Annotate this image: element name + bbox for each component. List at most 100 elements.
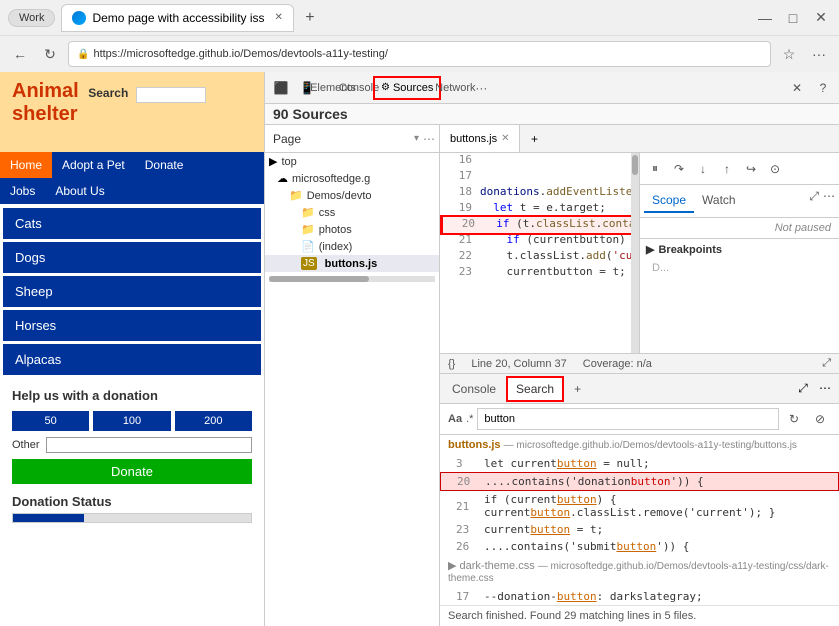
console-tab-toolbar[interactable]: Console: [347, 76, 371, 100]
devtools-more-button[interactable]: ?: [811, 76, 835, 100]
bottom-pane-icons: ⤢ ⋯: [793, 381, 835, 396]
nav-adopt[interactable]: Adopt a Pet: [52, 152, 135, 178]
debugger-pause[interactable]: ⏸: [644, 158, 666, 180]
search-clear-button[interactable]: ⊘: [809, 408, 831, 430]
profile-button[interactable]: Work: [8, 9, 55, 27]
result-line-3[interactable]: 3 let currentbutton = null;: [440, 455, 839, 472]
url-text: https://microsoftedge.github.io/Demos/de…: [93, 48, 388, 60]
donation-section: Help us with a donation 50 100 200 Other…: [0, 378, 264, 494]
nav-jobs[interactable]: Jobs: [0, 178, 45, 204]
result-line-20[interactable]: 20 ....contains('donationbutton')) {: [440, 472, 839, 491]
right-pane-more[interactable]: ⋯: [823, 189, 835, 213]
search-input[interactable]: [477, 408, 779, 430]
result-file-buttons[interactable]: buttons.js — microsoftedge.github.io/Dem…: [440, 435, 839, 455]
minimize-button[interactable]: —: [755, 10, 775, 26]
amount-100[interactable]: 100: [93, 411, 170, 431]
amount-200[interactable]: 200: [175, 411, 252, 431]
animal-cats[interactable]: Cats: [3, 208, 261, 239]
close-window-button[interactable]: ✕: [811, 9, 831, 26]
search-tab[interactable]: Search: [506, 376, 564, 402]
tree-label-top: top: [281, 156, 296, 168]
result-line-26[interactable]: 26 ....contains('submitbutton')) {: [440, 538, 839, 555]
more-tabs-button[interactable]: ···: [469, 76, 493, 100]
animal-alpacas[interactable]: Alpacas: [3, 344, 261, 375]
add-tab[interactable]: +: [566, 378, 589, 400]
scope-tab[interactable]: Scope: [644, 189, 694, 213]
nav-donate[interactable]: Donate: [135, 152, 194, 178]
site-nav-row1: Home Adopt a Pet Donate: [0, 152, 264, 178]
nav-home[interactable]: Home: [0, 152, 52, 178]
search-input[interactable]: [136, 87, 206, 103]
tree-item-index[interactable]: 📄 (index): [265, 238, 439, 255]
animal-horses[interactable]: Horses: [3, 310, 261, 341]
tree-item-top[interactable]: ▶ top: [265, 153, 439, 170]
tree-item-demos[interactable]: 📁 Demos/devto: [265, 187, 439, 204]
debugger-step-out[interactable]: ↑: [716, 158, 738, 180]
tree-item-domain[interactable]: ☁ microsoftedge.g: [265, 170, 439, 187]
bottom-expand[interactable]: ⤢: [793, 381, 813, 396]
reload-button[interactable]: ↻: [38, 42, 62, 66]
result-line-23[interactable]: 23 currentbutton = t;: [440, 521, 839, 538]
result-line-17[interactable]: 17 --donation-button: darkslategray;: [440, 588, 839, 605]
donation-status: Donation Status: [0, 494, 264, 523]
animal-sheep[interactable]: Sheep: [3, 276, 261, 307]
search-results: buttons.js — microsoftedge.github.io/Dem…: [440, 435, 839, 605]
breakpoints-header[interactable]: ▶ Breakpoints: [640, 239, 839, 260]
right-pane-expand[interactable]: ⤢: [809, 189, 819, 213]
tree-item-buttons[interactable]: JS buttons.js: [265, 255, 439, 272]
network-tab[interactable]: Network: [443, 76, 467, 100]
sources-tab-label: Sources: [393, 82, 433, 94]
site-header: Animal Search shelter: [0, 72, 264, 152]
result-file-darktheme[interactable]: ▶ dark-theme.css — microsoftedge.github.…: [440, 555, 839, 588]
ft-more[interactable]: ⋯: [423, 132, 435, 146]
donate-button[interactable]: Donate: [12, 459, 252, 484]
code-content[interactable]: 16 17 18 donations.addEventListener('cli…: [440, 153, 631, 353]
debugger-step-into[interactable]: ↓: [692, 158, 714, 180]
animal-dogs[interactable]: Dogs: [3, 242, 261, 273]
tree-folder-css-icon: 📁: [301, 206, 315, 219]
tree-item-css[interactable]: 📁 css: [265, 204, 439, 221]
tree-item-photos[interactable]: 📁 photos: [265, 221, 439, 238]
scope-watch-tabs: Scope Watch ⤢ ⋯: [640, 185, 839, 218]
code-vertical-scrollbar[interactable]: [631, 153, 639, 353]
ft-dropdown[interactable]: ▾: [414, 133, 419, 144]
favorites-button[interactable]: ☆: [777, 42, 801, 66]
back-button[interactable]: ←: [8, 42, 32, 66]
bottom-more[interactable]: ⋯: [815, 381, 835, 396]
file-tree-scrollbar[interactable]: [269, 276, 435, 282]
add-tab-button[interactable]: +: [524, 125, 544, 152]
debugger-step-over[interactable]: ↷: [668, 158, 690, 180]
code-tab-close[interactable]: ✕: [501, 133, 509, 144]
amount-50[interactable]: 50: [12, 411, 89, 431]
watch-tab[interactable]: Watch: [694, 189, 744, 213]
statusbar-icon[interactable]: ⤢: [822, 357, 831, 370]
coverage-label: Coverage: n/a: [583, 358, 652, 370]
code-line-21: 21 if (currentbutton) { currentbutton.cl…: [440, 233, 631, 249]
address-bar[interactable]: 🔒 https://microsoftedge.github.io/Demos/…: [68, 41, 771, 67]
result-line-21[interactable]: 21 if (currentbutton) { currentbutton.cl…: [440, 491, 839, 521]
not-paused-label: Not paused: [640, 218, 839, 238]
search-regex[interactable]: .*: [466, 413, 473, 425]
maximize-button[interactable]: □: [783, 10, 803, 26]
close-devtools-button[interactable]: ✕: [785, 76, 809, 100]
new-tab-button[interactable]: +: [298, 6, 322, 30]
debugger-deactivate[interactable]: ⊙: [764, 158, 786, 180]
nav-about[interactable]: About Us: [45, 178, 114, 204]
code-tab-buttons[interactable]: buttons.js ✕: [440, 125, 520, 152]
other-amount-row: Other: [12, 437, 252, 453]
sources-tab[interactable]: ⚙ Sources: [373, 76, 441, 100]
console-tab[interactable]: Console: [444, 378, 504, 400]
close-tab-button[interactable]: ✕: [275, 12, 283, 23]
devtools-body: Page ▾ ⋯ ▶ top ☁ microsoftedge.g 📁 Demos…: [265, 125, 839, 626]
status-bar: [12, 513, 252, 523]
bracket-icon: {}: [448, 358, 455, 370]
more-button[interactable]: ···: [807, 42, 831, 66]
tree-js-icon: JS: [301, 257, 317, 270]
browser-tab[interactable]: Demo page with accessibility iss ✕: [61, 4, 293, 32]
debugger-step[interactable]: ↪: [740, 158, 762, 180]
search-case-sensitive[interactable]: Aa: [448, 413, 462, 425]
other-amount-input[interactable]: [46, 437, 252, 453]
inspect-element-button[interactable]: ⬛: [269, 76, 293, 100]
tree-folder-icon: 📁: [289, 189, 303, 202]
search-refresh-button[interactable]: ↻: [783, 408, 805, 430]
